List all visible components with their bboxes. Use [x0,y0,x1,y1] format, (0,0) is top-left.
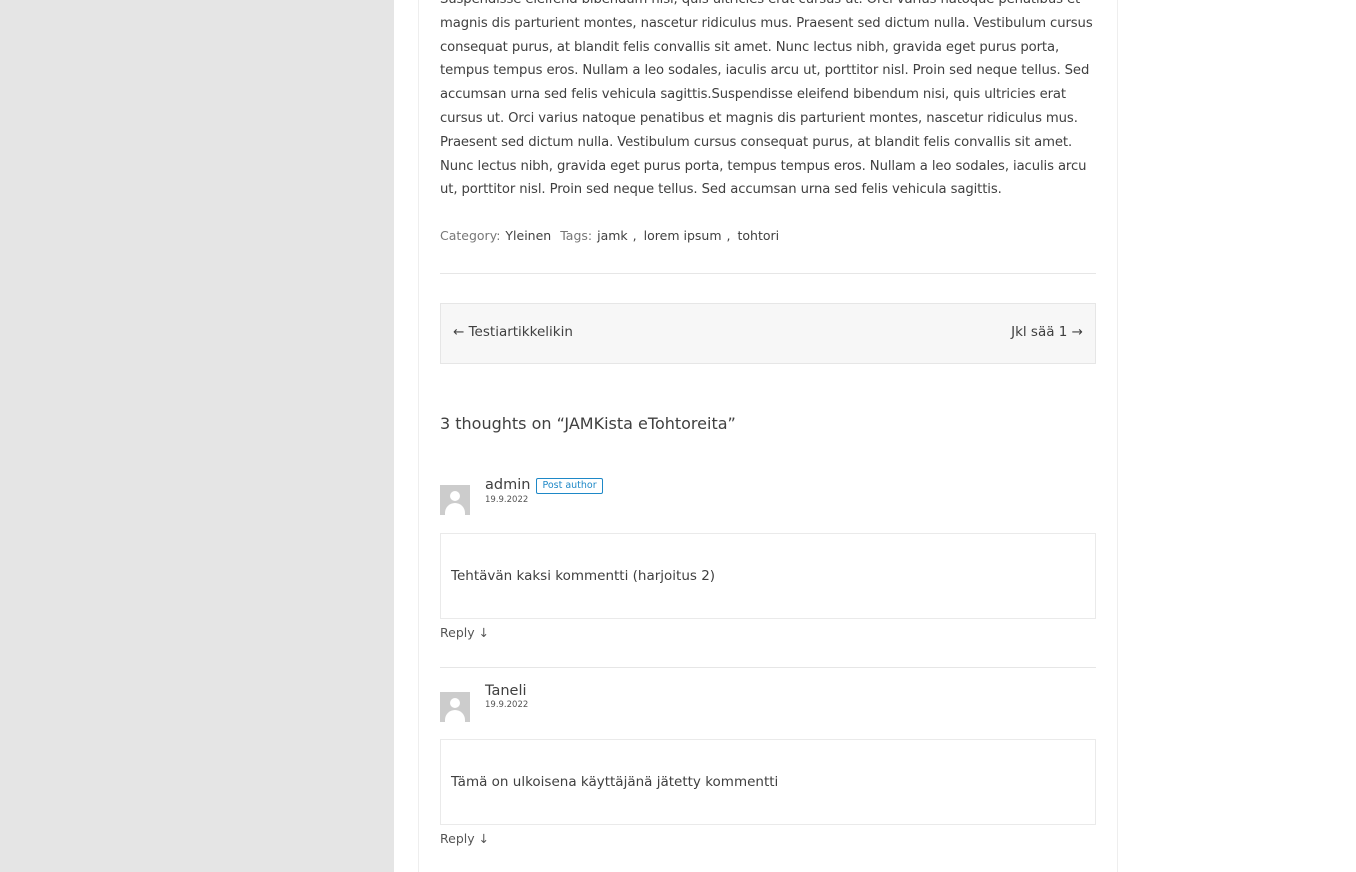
tags-label: Tags: [560,228,593,243]
comment-header: Taneli 19.9.2022 [440,683,1096,722]
reply-link[interactable]: Reply ↓ [440,831,1096,846]
tag-link-lorem-ipsum[interactable]: lorem ipsum [644,228,722,243]
comment-author-block: Taneli 19.9.2022 [485,683,528,710]
reply-link[interactable]: Reply ↓ [440,625,1096,640]
comment-body: Tehtävän kaksi kommentti (harjoitus 2) [440,533,1096,619]
comment-date[interactable]: 19.9.2022 [485,700,528,710]
next-post-link[interactable]: Jkl sää 1 → [1011,324,1083,340]
previous-post-link[interactable]: ← Testiartikkelikin [453,324,573,340]
category-label: Category: [440,228,501,243]
comment-author-name: admin [485,477,531,493]
avatar-icon [440,485,470,515]
post-body-text: Suspendisse eleifend bibendum nisi, quis… [440,0,1093,198]
post-author-badge: Post author [536,478,603,494]
divider [440,667,1096,668]
tag-link-jamk[interactable]: jamk [597,228,628,243]
comments-title: 3 thoughts on “JAMKista eTohtoreita” [440,414,736,433]
comment-header: admin Post author 19.9.2022 [440,477,1096,515]
comment-author-name: Taneli [485,683,527,699]
comment-body: Tämä on ulkoisena käyttäjänä jätetty kom… [440,739,1096,825]
comment-item: Taneli 19.9.2022 Tämä on ulkoisena käytt… [440,683,1096,846]
comment-author-block: admin Post author 19.9.2022 [485,476,603,505]
left-background-panel [0,0,394,872]
post-meta: Category: Yleinen Tags: jamk, lorem ipsu… [440,228,780,243]
post-navigation: ← Testiartikkelikin Jkl sää 1 → [440,303,1096,364]
tag-link-tohtori[interactable]: tohtori [738,228,780,243]
comment-item: admin Post author 19.9.2022 Tehtävän kak… [440,477,1096,640]
comment-date[interactable]: 19.9.2022 [485,495,603,505]
divider [440,273,1096,274]
content-card: Suspendisse eleifend bibendum nisi, quis… [418,0,1118,872]
category-link[interactable]: Yleinen [505,228,551,243]
avatar-icon [440,692,470,722]
